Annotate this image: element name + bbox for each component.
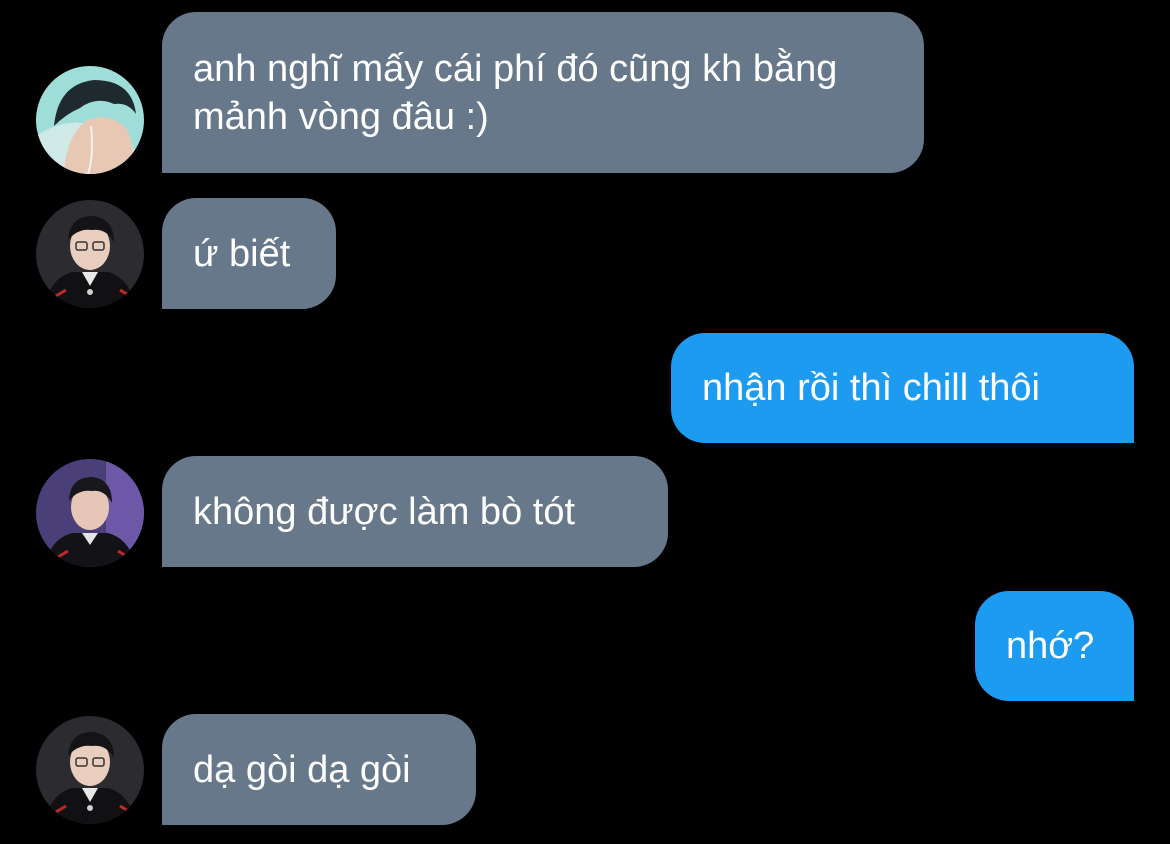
message-text: dạ gòi dạ gòi bbox=[193, 748, 411, 791]
avatar-glasses-player-image bbox=[36, 200, 144, 308]
avatar[interactable] bbox=[36, 459, 144, 567]
message-text: không được làm bò tót bbox=[193, 490, 576, 533]
avatar-glasses-player-image bbox=[36, 716, 144, 824]
message-text: nhận rồi thì chill thôi bbox=[702, 367, 1040, 409]
avatar-purple-player-image bbox=[36, 459, 144, 567]
message-bubble-incoming[interactable]: không được làm bò tót bbox=[162, 456, 668, 567]
message-text: nhớ? bbox=[1006, 625, 1095, 667]
avatar[interactable] bbox=[36, 200, 144, 308]
message-thread: anh nghĩ mấy cái phí đó cũng kh bằng mản… bbox=[0, 0, 1170, 844]
avatar-teal-profile-image bbox=[36, 66, 144, 174]
message-bubble-outgoing[interactable]: nhớ? bbox=[975, 591, 1134, 701]
avatar[interactable] bbox=[36, 716, 144, 824]
message-bubble-outgoing[interactable]: nhận rồi thì chill thôi bbox=[671, 333, 1134, 443]
message-text: ứ biết bbox=[193, 232, 291, 275]
message-bubble-incoming[interactable]: anh nghĩ mấy cái phí đó cũng kh bằng mản… bbox=[162, 12, 924, 173]
avatar[interactable] bbox=[36, 66, 144, 174]
message-bubble-incoming[interactable]: ứ biết bbox=[162, 198, 336, 309]
message-text: anh nghĩ mấy cái phí đó cũng kh bằng mản… bbox=[193, 47, 838, 138]
message-bubble-incoming[interactable]: dạ gòi dạ gòi bbox=[162, 714, 476, 825]
